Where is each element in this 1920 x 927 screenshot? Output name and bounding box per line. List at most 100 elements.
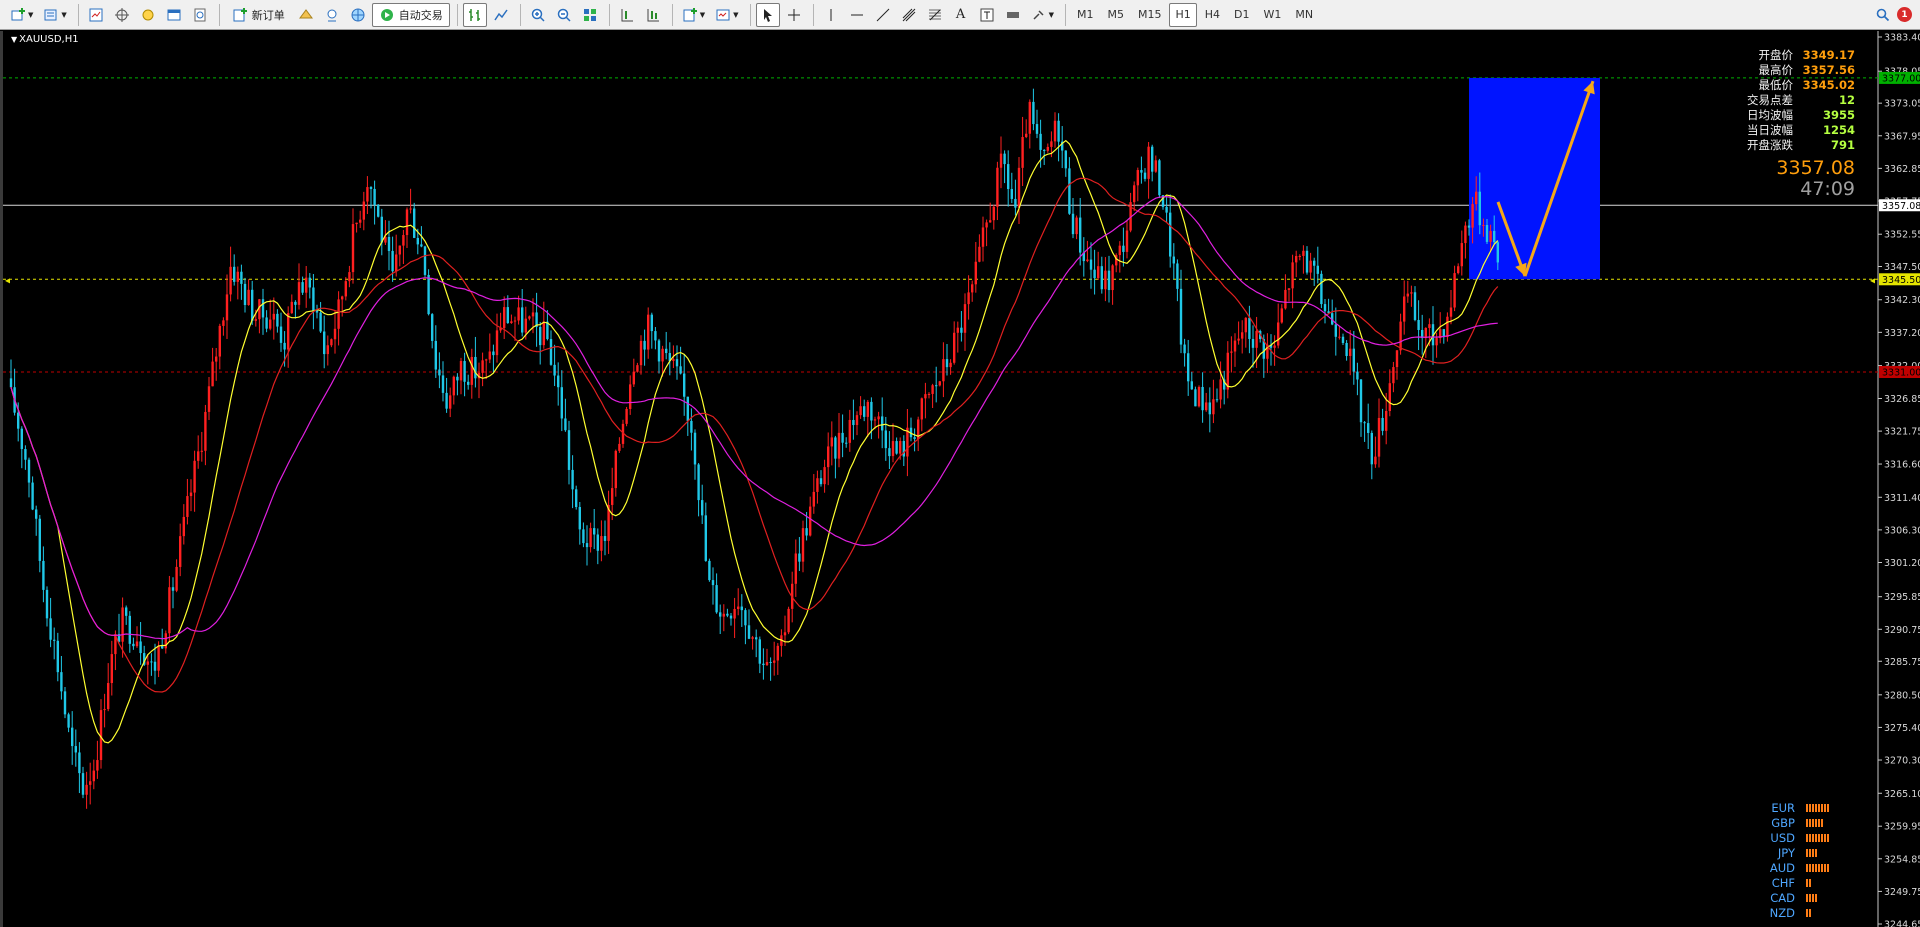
currency-row: EUR bbox=[1765, 800, 1844, 815]
bear-candle bbox=[1352, 348, 1355, 372]
bull-candle bbox=[247, 289, 250, 306]
bull-candle bbox=[953, 332, 956, 363]
toolbar: ▼ ▼ 新订单 自动交易 ▼ ▼ A ▼ M1 M5 M15 H1 H4 D1 … bbox=[0, 0, 1920, 30]
toolbar-separator bbox=[749, 3, 751, 26]
strength-bars bbox=[1806, 893, 1844, 902]
market-button[interactable] bbox=[346, 3, 370, 27]
timeframe-d1-button[interactable]: D1 bbox=[1228, 3, 1255, 27]
bull-candle bbox=[1482, 225, 1485, 227]
text-label-tool-button[interactable] bbox=[975, 3, 999, 27]
bull-candle bbox=[971, 284, 974, 293]
tile-windows-button[interactable] bbox=[578, 3, 602, 27]
bear-candle bbox=[758, 639, 761, 664]
bull-candle bbox=[1453, 273, 1456, 308]
bear-candle bbox=[1010, 189, 1013, 199]
bear-candle bbox=[1089, 259, 1093, 270]
bear-candle bbox=[708, 560, 711, 581]
toolbar-separator bbox=[519, 3, 521, 26]
timeframe-h1-button[interactable]: H1 bbox=[1169, 2, 1197, 27]
line-chart-button[interactable] bbox=[489, 3, 513, 27]
autotrade-button[interactable]: 自动交易 bbox=[371, 2, 450, 27]
timeframe-mn-button[interactable]: MN bbox=[1289, 3, 1319, 27]
chart-area[interactable]: 3383.403378.053373.053367.953362.853357.… bbox=[0, 31, 1920, 927]
equidistant-channel-tool-button[interactable] bbox=[897, 3, 921, 27]
bear-candle bbox=[575, 489, 578, 508]
bear-candle bbox=[553, 364, 556, 376]
timeframe-w1-button[interactable]: W1 bbox=[1257, 3, 1287, 27]
timeframe-m5-button[interactable]: M5 bbox=[1101, 3, 1130, 27]
periods-button[interactable]: ▼ bbox=[711, 3, 742, 27]
price-level-marker-label: 3345.50 bbox=[1882, 275, 1920, 286]
bear-candle bbox=[416, 237, 419, 245]
bull-candle bbox=[1392, 367, 1395, 384]
ma-fast-line bbox=[10, 139, 1499, 744]
bar-chart-button[interactable] bbox=[462, 2, 487, 27]
timeframe-m15-button[interactable]: M15 bbox=[1132, 3, 1168, 27]
fibonacci-tool-button[interactable] bbox=[923, 3, 947, 27]
strength-bars bbox=[1806, 848, 1844, 857]
cursor-tool-button[interactable] bbox=[755, 2, 780, 27]
zoom-out-button[interactable] bbox=[552, 3, 576, 27]
text-tool-button[interactable]: A bbox=[949, 3, 973, 27]
new-order-button[interactable]: 新订单 bbox=[225, 3, 292, 27]
navigator-button[interactable] bbox=[136, 3, 160, 27]
market-watch-button[interactable] bbox=[84, 3, 108, 27]
crosshair-tool-button[interactable] bbox=[782, 3, 806, 27]
bull-candle bbox=[1075, 217, 1078, 235]
bull-candle bbox=[1237, 338, 1240, 341]
trendline-tool-button[interactable] bbox=[871, 3, 895, 27]
data-window-button[interactable] bbox=[110, 3, 134, 27]
strength-bar bbox=[1821, 833, 1823, 842]
indicators-icon bbox=[683, 7, 697, 21]
bear-candle bbox=[1093, 269, 1096, 279]
chart-shift-button[interactable] bbox=[615, 3, 639, 27]
signals-button[interactable] bbox=[320, 3, 344, 27]
crosshair-icon bbox=[787, 8, 800, 21]
bear-candle bbox=[852, 419, 855, 426]
bear-candle bbox=[17, 412, 20, 429]
profiles-button[interactable]: ▼ bbox=[39, 3, 70, 27]
bear-candle bbox=[1485, 225, 1489, 242]
bear-candle bbox=[279, 326, 283, 343]
horizontal-line-tool-button[interactable] bbox=[845, 3, 869, 27]
vertical-line-tool-button[interactable] bbox=[819, 3, 843, 27]
bull-candle bbox=[1219, 379, 1222, 400]
meta-editor-button[interactable] bbox=[294, 3, 318, 27]
timeframe-m1-button[interactable]: M1 bbox=[1071, 3, 1100, 27]
info-value: 791 bbox=[1830, 138, 1855, 152]
strategy-tester-button[interactable] bbox=[188, 3, 212, 27]
bull-candle bbox=[647, 314, 650, 350]
bull-candle bbox=[211, 361, 214, 387]
zoom-in-button[interactable] bbox=[526, 3, 550, 27]
bull-candle bbox=[629, 384, 632, 409]
search-button[interactable] bbox=[1871, 3, 1895, 27]
arrows-tool-button[interactable] bbox=[1001, 3, 1025, 27]
price-chart[interactable]: 3383.403378.053373.053367.953362.853357.… bbox=[3, 31, 1920, 927]
bull-candle bbox=[362, 201, 365, 220]
bull-candle bbox=[1464, 225, 1467, 244]
indicators-button[interactable]: ▼ bbox=[678, 3, 709, 27]
bear-candle bbox=[251, 289, 254, 321]
bull-candle bbox=[459, 361, 463, 381]
zoom-in-icon bbox=[531, 8, 545, 22]
bear-candle bbox=[1363, 422, 1366, 424]
bull-candle bbox=[632, 371, 635, 385]
more-tools-button[interactable]: ▼ bbox=[1027, 3, 1058, 27]
timeframe-group: M1 M5 M15 H1 H4 D1 W1 MN bbox=[1071, 2, 1321, 27]
new-order-label: 新订单 bbox=[251, 8, 285, 22]
bear-candle bbox=[675, 359, 679, 367]
bear-candle bbox=[560, 387, 563, 419]
bear-candle bbox=[834, 437, 837, 459]
autoscroll-button[interactable] bbox=[641, 3, 665, 27]
terminal-button[interactable] bbox=[162, 3, 186, 27]
bear-candle bbox=[132, 643, 135, 647]
timeframe-h4-button[interactable]: H4 bbox=[1199, 3, 1226, 27]
signals-icon bbox=[327, 9, 337, 21]
bear-candle bbox=[373, 188, 376, 206]
bear-candle bbox=[125, 607, 128, 616]
notification-badge[interactable]: 1 bbox=[1897, 7, 1912, 22]
bull-candle bbox=[1025, 133, 1028, 137]
bull-candle bbox=[625, 408, 628, 424]
new-chart-button[interactable]: ▼ bbox=[6, 3, 37, 27]
dropdown-arrow-icon: ▼ bbox=[699, 10, 706, 19]
